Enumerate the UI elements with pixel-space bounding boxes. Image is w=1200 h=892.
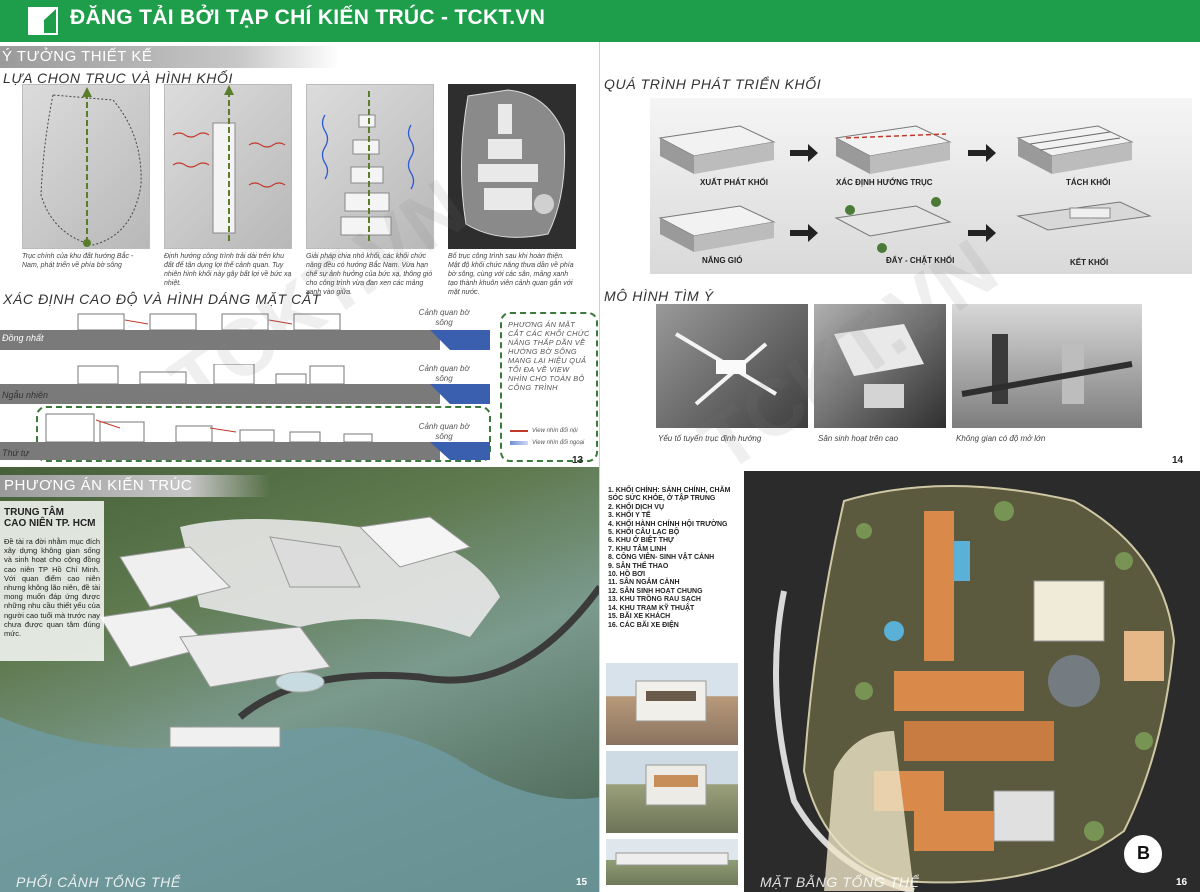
legend-item: 15. BÃI XE KHÁCH [608,613,671,621]
legend-item: 9. SÂN THỂ THAO [608,562,669,570]
north-label: B [1137,843,1150,863]
massing-panel: XUẤT PHÁT KHỐI XÁC ĐỊNH HƯỚNG TRỤC TÁCH … [650,98,1192,274]
tckt-logo-icon [28,7,58,35]
row-label-dong-nhat: Đồng nhất [2,333,44,343]
project-intro-panel: TRUNG TÂM CAO NIÊN TP. HCM Đề tài ra đời… [0,501,104,661]
masterplan-caption: MẶT BẰNG TỔNG THỂ [760,874,920,890]
site-legend: 1. KHỐI CHÍNH: SẢNH CHÍNH, CHĂM SÓC SỨC … [608,487,738,630]
blue-band-icon [510,441,528,445]
legend-item: 6. KHU Ở BIỆT THỰ [608,537,674,545]
render-photo-2 [606,751,738,833]
row-label-thu-tu: Thứ tự [2,448,29,458]
heading-phat-trien-khoi: QUÁ TRÌNH PHÁT TRIỂN KHỐI [604,76,822,92]
page-number-13: 13 [572,455,584,466]
page-16: 1. KHỐI CHÍNH: SẢNH CHÍNH, CHĂM SÓC SỨC … [600,467,1200,892]
caption-split-blocks: Giải pháp chia nhỏ khối, các khối chức n… [306,253,433,296]
legend-item: 2. KHỐI DỊCH VỤ [608,503,665,511]
model-photo-2 [814,304,946,428]
model-photo-3 [952,304,1142,428]
section-band-phuong-an: PHƯƠNG ÁN KIẾN TRÚC [0,475,270,497]
project-title-1: TRUNG TÂM [4,507,64,518]
legend-item: 16. CÁC BÃI XE ĐIỆN [608,621,679,629]
caption-axis: Trục chính của khu đất hướng Bắc - Nam, … [22,253,134,269]
step-label-5: ĐẨY - CHẶT KHỐI [886,256,955,265]
model-caption-3: Không gian có độ mở lớn [956,434,1046,443]
model-caption-1: Yếu tố tuyến trục định hướng [658,434,762,443]
legend-inner-view: View nhìn đối nội [510,426,596,436]
legend-outer-view: View nhìn đối ngoại [510,438,596,448]
page-number-16: 16 [1176,877,1188,888]
legend-item: 3. KHỐI Y TẾ [608,512,651,520]
section-title-phuong-an: PHƯƠNG ÁN KIẾN TRÚC [4,477,193,494]
river-label-2: Cảnh quan bờ sông [418,364,470,383]
note-box: PHƯƠNG ÁN MẶT CẮT CÁC KHỐI CHỨC NĂNG THẤ… [500,312,598,462]
page-15: PHƯƠNG ÁN KIẾN TRÚC TRUNG TÂM CAO NIÊN T… [0,467,600,892]
red-arrow-icon [510,430,528,432]
render-photo-1 [606,663,738,745]
spread-divider [599,42,600,892]
step-label-4: NẮNG GIÓ [702,256,743,265]
section-row-thu-tu-drawing: Thứ tự Cảnh quan bờ sông [0,412,490,462]
step-label-2: XÁC ĐỊNH HƯỚNG TRỤC [836,178,933,187]
legend-item: 4. KHỐI HÀNH CHÍNH HỘI TRƯỜNG [608,520,728,528]
heading-cao-do-mat-cat: XÁC ĐỊNH CAO ĐỘ VÀ HÌNH DÁNG MẶT CẮT [3,291,321,307]
page-13: Ý TƯỞNG THIẾT KẾ LỰA CHỌN TRỤC VÀ HÌNH K… [0,42,600,467]
page-number-15: 15 [576,877,588,888]
page-14: QUÁ TRÌNH PHÁT TRIỂN KHỐI XUẤT PHÁT KHỐI… [600,42,1200,467]
legend-item: 13. KHU TRỒNG RAU SẠCH [608,596,701,604]
north-arrow-icon: B [1124,835,1162,873]
section-row-dong-nhat: Đồng nhất Cảnh quan bờ sông [0,308,490,354]
perspective-caption: PHỐI CẢNH TỔNG THỂ [16,874,181,890]
heading-mo-hinh-tim-y: MÔ HÌNH TÌM Ý [604,288,714,304]
legend-item: 8. CÔNG VIÊN- SINH VẬT CẢNH [608,554,715,562]
step-label-6: KẾT KHỐI [1070,258,1109,267]
publisher-title: ĐĂNG TẢI BỞI TẠP CHÍ KIẾN TRÚC - TCKT.VN [70,6,546,29]
caption-linear-block: Định hướng công trình trải dài trên khu … [164,253,292,287]
section-title-y-tuong: Ý TƯỞNG THIẾT KẾ [2,48,153,65]
legend-item: 7. KHU TÂM LINH [608,545,667,553]
site-masterplan: B [744,471,1200,892]
project-title-2: CAO NIÊN TP. HCM [4,518,96,529]
diagram-final-plan [448,84,576,249]
caption-final-plan: Bố trục công trình sau khi hoàn thiện. M… [448,253,574,296]
section-band-y-tuong: Ý TƯỞNG THIẾT KẾ [0,46,340,68]
diagram-split-blocks [306,84,434,249]
project-description: Đề tài ra đời nhằm mục đích xây dựng khô… [4,537,100,639]
model-photo-1 [656,304,808,428]
row-label-ngau-nhien: Ngẫu nhiên [2,390,49,400]
note-text: PHƯƠNG ÁN MẶT CẮT CÁC KHỐI CHỨC NĂNG THẤ… [508,320,590,392]
diagram-linear-block [164,84,292,249]
legend-item: 11. SÂN NGẮM CẢNH [608,579,680,587]
legend-item: 14. KHU TRẠM KỸ THUẬT [608,604,695,612]
publisher-banner: ĐĂNG TẢI BỞI TẠP CHÍ KIẾN TRÚC - TCKT.VN [0,0,1200,42]
step-label-1: XUẤT PHÁT KHỐI [700,178,768,187]
river-label-3: Cảnh quan bờ sông [418,422,470,441]
model-caption-2: Sân sinh hoạt trên cao [818,434,899,443]
render-photo-3 [606,839,738,885]
page-number-14: 14 [1172,455,1184,466]
diagram-site-axis [22,84,150,249]
step-label-3: TÁCH KHỐI [1066,178,1111,187]
section-row-ngau-nhien: Ngẫu nhiên Cảnh quan bờ sông [0,364,490,408]
river-label-1: Cảnh quan bờ sông [418,308,470,327]
legend-item: 1. KHỐI CHÍNH: SẢNH CHÍNH, CHĂM SÓC SỨC … [608,487,731,503]
